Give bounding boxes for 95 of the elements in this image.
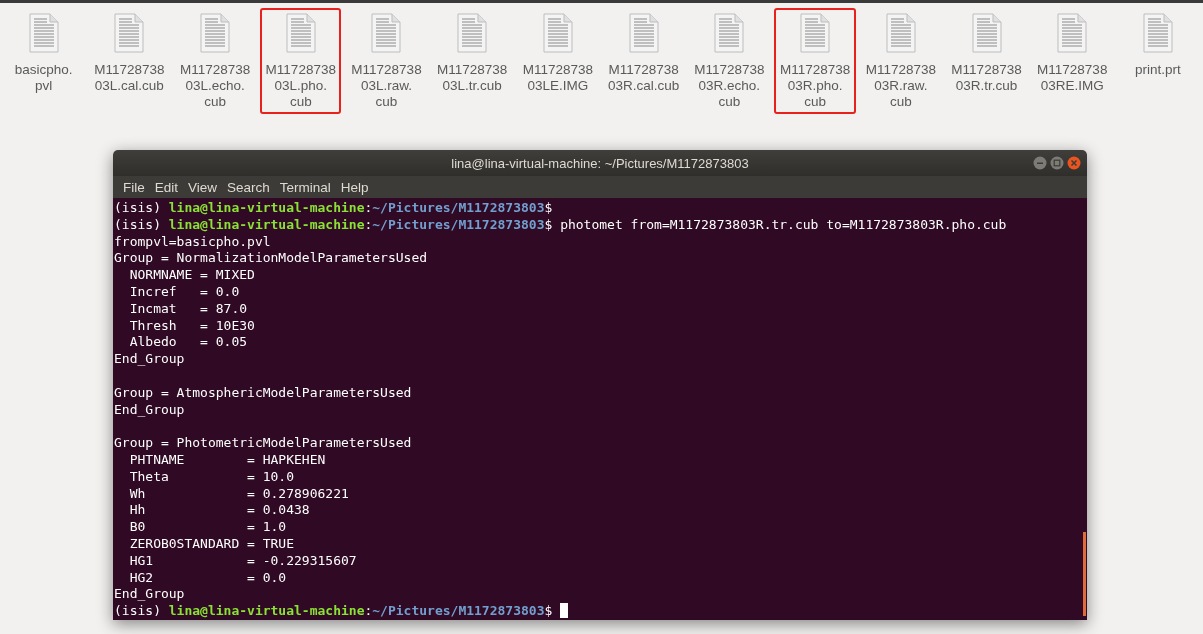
file-name: M11728738 [865, 62, 936, 78]
document-icon [371, 13, 402, 53]
document-icon [200, 13, 231, 53]
terminal-line: Incmat = 87.0 [128, 300, 248, 318]
file-name: M11728738 [351, 62, 422, 78]
file-name: basicpho. [14, 62, 73, 78]
document-tile[interactable]: M11728738 03R.raw. cub [860, 8, 942, 114]
file-name: cub [204, 94, 226, 110]
document-icon [1057, 13, 1088, 53]
file-name: 03R.tr.cub [955, 78, 1018, 94]
menu-item[interactable]: Edit [149, 179, 184, 195]
terminal-line: HG1 = -0.229315607 [128, 552, 357, 570]
document-icon [714, 13, 745, 53]
document-tile[interactable]: M11728738 03R.tr.cub [945, 8, 1028, 114]
document-icon [1142, 13, 1173, 53]
menu-item[interactable]: Search [222, 179, 275, 195]
terminal-line: End_Group [114, 401, 185, 419]
document-tile[interactable]: M11728738 03R.cal.cub [603, 8, 685, 114]
terminal-line: Group = NormalizationModelParametersUsed [114, 250, 428, 268]
document-tile[interactable]: M11728738 03L.echo. cub [174, 8, 256, 114]
terminal-line: Albedo = 0.05 [128, 334, 248, 352]
terminal-line: HG2 = 0.0 [128, 569, 287, 587]
menu-item[interactable]: File [118, 179, 150, 195]
file-name: 03R.cal.cub [608, 78, 680, 94]
file-name: 03L.cal.cub [94, 78, 164, 94]
file-name: print.prt [1135, 62, 1181, 78]
document-tile[interactable]: basicpho. pvl [3, 8, 85, 114]
terminal-line: ZEROB0STANDARD = TRUE [128, 536, 294, 553]
file-name: 03L.pho. [274, 78, 328, 94]
document-tile[interactable]: M11728738 03L.raw. cub [345, 8, 428, 114]
file-name: 03R.raw. [874, 78, 928, 94]
file-name: M11728738 [437, 62, 508, 78]
terminal-line: Incref = 0.0 [128, 284, 240, 301]
file-name: M11728738 [522, 62, 594, 78]
file-name: 03L.raw. [360, 78, 412, 94]
maximize-icon[interactable] [1050, 156, 1064, 170]
document-tile[interactable]: M11728738 03RE.IMG [1031, 8, 1113, 114]
document-icon [114, 13, 145, 53]
file-name: 03LE.IMG [527, 78, 589, 94]
menu-item[interactable]: Terminal [274, 179, 336, 195]
terminal-line: Theta = 10.0 [128, 468, 294, 486]
document-tile-outlined[interactable]: M11728738 03R.pho. cub [774, 8, 856, 114]
document-icon [457, 13, 488, 53]
terminal-line: Thresh = 10E30 [128, 317, 255, 335]
file-name: M11728738 [608, 62, 679, 78]
file-name: cub [375, 94, 398, 110]
file-name: 03L.tr.cub [442, 78, 502, 94]
terminal-line: Group = PhotometricModelParametersUsed [114, 435, 412, 453]
document-icon [285, 13, 316, 53]
terminal-line: frompvl=basicpho.pvl [114, 233, 271, 251]
terminal-line: Group = AtmosphericModelParametersUsed [114, 384, 412, 402]
close-icon[interactable] [1067, 156, 1081, 170]
document-icon [971, 13, 1002, 53]
terminal-line: (isis) lina@lina-virtual-machine:~/Pictures/M1172873803$ [114, 603, 569, 620]
file-name: 03R.pho. [787, 78, 843, 94]
file-name: M11728738 [951, 62, 1022, 78]
menu-item[interactable]: Help [335, 179, 374, 195]
document-tile[interactable]: M11728738 03L.tr.cub [431, 8, 513, 114]
document-tile[interactable]: M11728738 03R.echo. cub [688, 8, 770, 114]
document-icon [800, 13, 831, 53]
file-name: M11728738 [265, 62, 336, 78]
document-tile[interactable]: M11728738 03LE.IMG [517, 8, 599, 114]
file-name: M11728738 [1037, 62, 1108, 78]
file-name: cub [889, 94, 912, 110]
file-name: cub [804, 94, 826, 110]
document-icon [542, 13, 573, 53]
terminal-line: (isis) lina@lina-virtual-machine:~/Pictures/M1172873803$ [114, 200, 553, 217]
document-icon [885, 13, 916, 53]
file-name: 03L.echo. [185, 78, 245, 94]
file-name: cub [718, 94, 741, 110]
file-name: cub [289, 94, 312, 110]
terminal-line: End_Group [114, 586, 185, 604]
terminal-line: End_Group [114, 351, 185, 369]
file-name: M11728738 [179, 62, 251, 78]
terminal-line: NORMNAME = MIXED [128, 267, 255, 285]
terminal-line: B0 = 1.0 [128, 519, 287, 536]
file-name: M11728738 [694, 62, 765, 78]
document-tile[interactable]: print.prt [1117, 8, 1199, 114]
window-title: lina@lina-virtual-machine: ~/Pictures/M1172873803 [451, 155, 749, 171]
file-name: pvl [34, 78, 53, 94]
document-icon [28, 13, 59, 53]
terminal-line: Wh = 0.278906221 [128, 485, 349, 503]
terminal-line: (isis) lina@lina-virtual-machine:~/Pictures/M1172873803$ photomet from=M1172873803R.tr.cub to=M1172873803R.pho.cub [114, 216, 1007, 234]
document-icon [628, 13, 659, 53]
terminal-line: Hh = 0.0438 [128, 502, 310, 520]
scrollbar[interactable] [1083, 532, 1086, 616]
file-name: M11728738 [779, 62, 851, 78]
minimize-icon[interactable] [1033, 156, 1047, 170]
menu-item[interactable]: View [183, 179, 223, 195]
document-tile[interactable]: M11728738 03L.cal.cub [88, 8, 170, 114]
file-name: M11728738 [94, 62, 165, 78]
file-name: 03RE.IMG [1040, 78, 1104, 94]
file-name: 03R.echo. [698, 78, 761, 94]
terminal-line: PHTNAME = HAPKEHEN [128, 452, 326, 469]
document-tile-outlined[interactable]: M11728738 03L.pho. cub [260, 8, 342, 114]
